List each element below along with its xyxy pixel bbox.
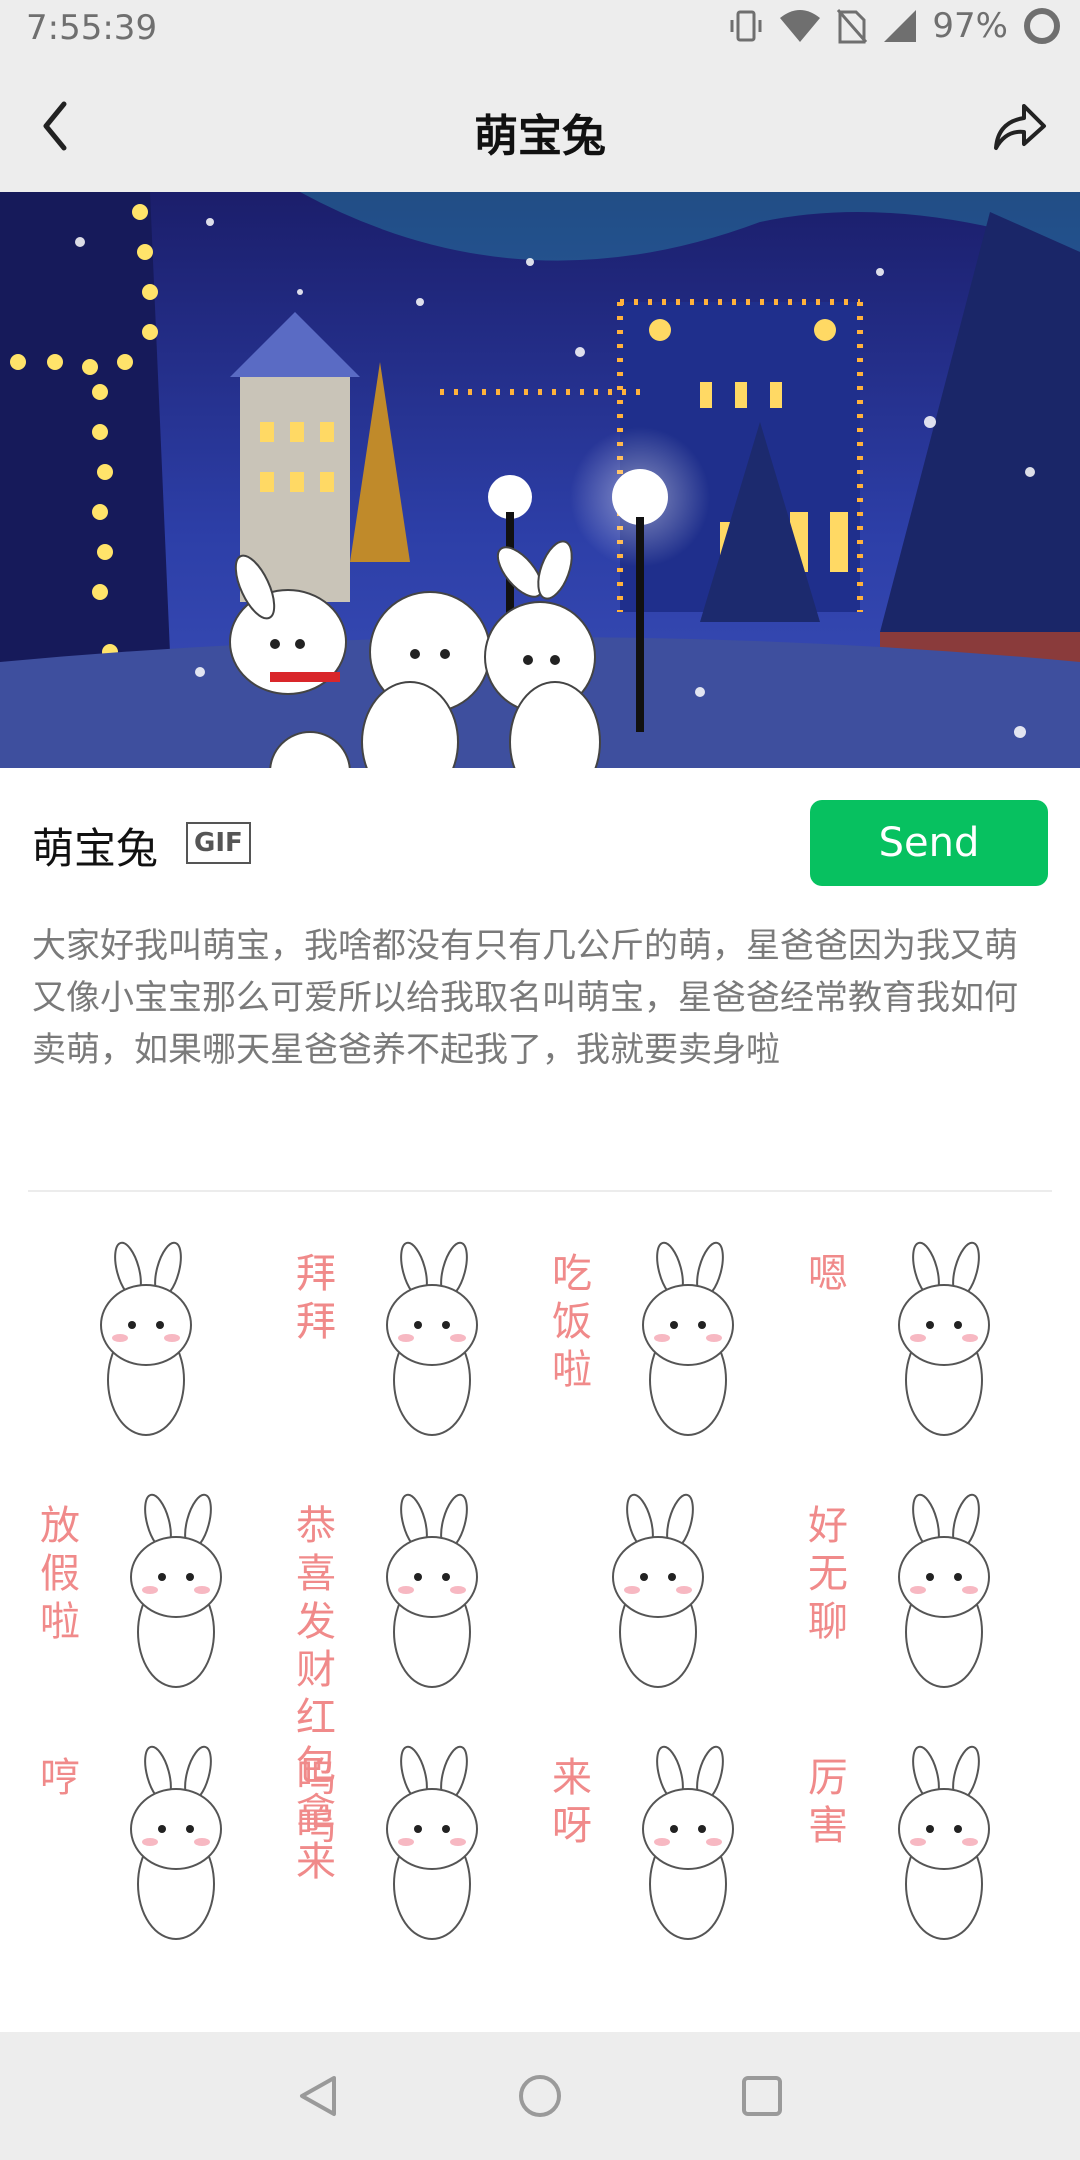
sticker-description: 大家好我叫萌宝，我啥都没有只有几公斤的萌，星爸爸因为我又萌又像小宝宝那么可爱所以… — [32, 926, 1018, 1070]
sticker-caption: 来呀 — [552, 1755, 592, 1849]
vibrate-icon — [730, 10, 762, 42]
signal-icon — [884, 10, 917, 42]
banner-image — [0, 192, 1080, 768]
sticker-caption: 吃饭啦 — [552, 1251, 592, 1393]
bunny-sticker-icon — [100, 1241, 192, 1436]
sticker-caption: 呜呜 — [296, 1755, 336, 1849]
sticker-item[interactable]: 好无聊 — [804, 1482, 1044, 1712]
sticker-caption: 哼 — [40, 1755, 80, 1801]
sticker-item[interactable] — [36, 1230, 276, 1460]
send-button[interactable]: Send — [810, 800, 1048, 886]
bunny-sticker-icon — [612, 1493, 704, 1688]
nav-home-icon[interactable] — [516, 2072, 564, 2120]
sticker-caption: 好无聊 — [808, 1503, 848, 1645]
system-nav-bar — [0, 2032, 1080, 2160]
sticker-item[interactable]: 恭喜发财 红包拿来 — [292, 1482, 532, 1885]
page-title: 萌宝兔 — [474, 111, 606, 162]
sticker-item[interactable]: 吃饭啦 — [548, 1230, 788, 1460]
sticker-item[interactable] — [548, 1482, 788, 1712]
sticker-item[interactable]: 来呀 — [548, 1734, 788, 1964]
sticker-caption: 嗯 — [808, 1251, 848, 1297]
sticker-item[interactable]: 呜呜 — [292, 1734, 532, 1964]
sticker-name: 萌宝兔 — [32, 824, 159, 873]
status-time: 7:55:39 — [26, 8, 158, 48]
sticker-caption: 厉害 — [808, 1755, 848, 1849]
battery-percent: 97% — [932, 6, 1008, 46]
nav-back-icon[interactable] — [294, 2072, 342, 2120]
sticker-item[interactable]: 厉害 — [804, 1734, 1044, 1964]
share-icon — [994, 104, 1046, 150]
title-bar: 萌宝兔 — [0, 62, 1080, 192]
status-bar: 7:55:39 97% — [0, 0, 1080, 62]
sticker-item[interactable]: 放假啦 — [36, 1482, 276, 1712]
wifi-icon — [780, 10, 821, 42]
sticker-item[interactable]: 嗯 — [804, 1230, 1044, 1460]
divider — [28, 1190, 1052, 1192]
sticker-caption: 放假啦 — [40, 1503, 80, 1645]
sticker-caption: 拜拜 — [296, 1251, 336, 1345]
sticker-item[interactable]: 拜拜 — [292, 1230, 532, 1460]
battery-icon — [1024, 8, 1060, 44]
no-sim-icon — [837, 9, 868, 44]
nav-recents-icon[interactable] — [738, 2072, 786, 2120]
gif-badge: GIF — [186, 822, 251, 864]
share-button[interactable] — [986, 96, 1050, 160]
sticker-item[interactable]: 哼 — [36, 1734, 276, 1964]
status-icons: 97% — [728, 6, 1062, 46]
